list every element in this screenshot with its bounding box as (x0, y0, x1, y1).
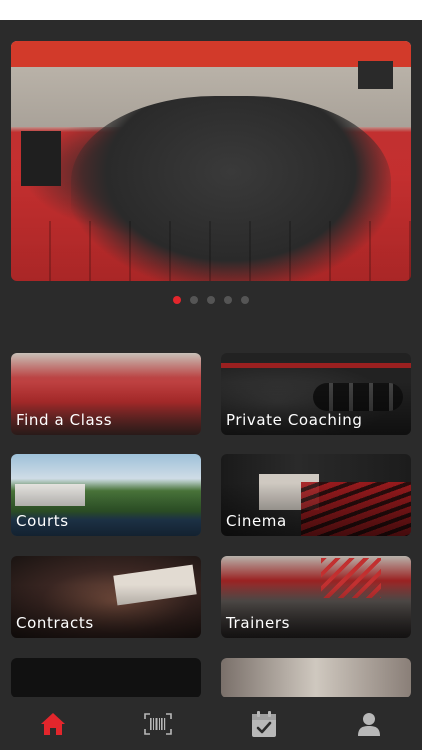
carousel-dot[interactable] (190, 296, 198, 304)
nav-home[interactable] (0, 697, 106, 750)
tile-label: Courts (16, 512, 69, 530)
carousel-pagination (0, 296, 422, 306)
status-bar (0, 0, 422, 20)
nav-barcode[interactable] (106, 697, 212, 750)
tile-label: Private Coaching (226, 411, 363, 429)
hero-carousel-image[interactable] (11, 41, 411, 281)
carousel-dot-active[interactable] (173, 296, 181, 304)
profile-icon (358, 712, 381, 736)
tile-partial[interactable] (221, 658, 411, 698)
hero-wall-band (11, 41, 411, 67)
carousel-dot[interactable] (224, 296, 232, 304)
tile-cinema[interactable]: Cinema (221, 454, 411, 536)
tile-label: Find a Class (16, 411, 113, 429)
hero-floor (11, 221, 411, 281)
barcode-icon (144, 712, 173, 735)
tile-private-coaching[interactable]: Private Coaching (221, 353, 411, 435)
tile-find-a-class[interactable]: Find a Class (11, 353, 201, 435)
tile-label: Trainers (226, 614, 291, 632)
bottom-navigation (0, 697, 422, 750)
tile-courts[interactable]: Courts (11, 454, 201, 536)
tile-trainers[interactable]: Trainers (221, 556, 411, 638)
home-icon (40, 712, 65, 735)
tile-contracts[interactable]: Contracts (11, 556, 201, 638)
hero-equipment-box (21, 131, 61, 186)
calendar-check-icon (251, 710, 276, 737)
tile-label: Contracts (16, 614, 94, 632)
carousel-dot[interactable] (207, 296, 215, 304)
tile-label: Cinema (226, 512, 287, 530)
nav-profile[interactable] (317, 697, 422, 750)
tile-partial[interactable] (11, 658, 201, 698)
nav-schedule[interactable] (211, 697, 317, 750)
hero-equipment-box (358, 61, 393, 89)
carousel-dot[interactable] (241, 296, 249, 304)
